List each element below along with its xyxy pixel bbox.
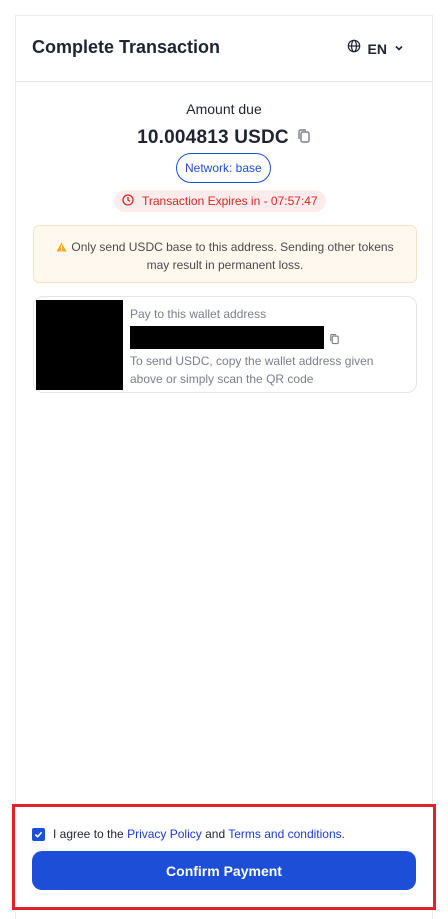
header: Complete Transaction EN: [16, 16, 432, 82]
wallet-help-text: To send USDC, copy the wallet address gi…: [130, 354, 374, 386]
wallet-panel: Pay to this wallet address To send USDC,…: [33, 296, 417, 393]
qr-code: [36, 300, 123, 390]
copy-icon[interactable]: [297, 128, 311, 149]
expiry-timer: Transaction Expires in - 07:57:47: [114, 190, 326, 212]
footer-panel: I agree to the Privacy Policy and Terms …: [12, 804, 436, 910]
wallet-label: Pay to this wallet address: [130, 307, 267, 321]
page-title: Complete Transaction: [32, 37, 221, 57]
expiry-text: Transaction Expires in - 07:57:47: [142, 194, 318, 208]
warning-text: Only send USDC base to this address. Sen…: [71, 240, 394, 272]
copy-address-icon[interactable]: [329, 332, 340, 350]
wallet-address[interactable]: [130, 326, 324, 349]
warning-box: Only send USDC base to this address. Sen…: [33, 225, 417, 283]
agreement-row: I agree to the Privacy Policy and Terms …: [32, 827, 345, 841]
amount-value: 10.004813 USDC: [137, 127, 289, 148]
chevron-down-icon: [394, 40, 404, 58]
confirm-payment-button[interactable]: Confirm Payment: [32, 851, 416, 890]
amount-row: 10.004813 USDC: [16, 127, 432, 149]
warning-icon: [56, 240, 67, 257]
globe-icon: [347, 39, 361, 58]
language-selector[interactable]: EN: [347, 39, 404, 58]
clock-icon: [122, 193, 134, 209]
transaction-card: Complete Transaction EN Amount due 10.00…: [15, 15, 433, 919]
network-badge: Network: base: [176, 153, 271, 183]
and-text: and: [205, 827, 226, 841]
amount-label: Amount due: [186, 101, 262, 117]
privacy-policy-link[interactable]: Privacy Policy: [127, 827, 202, 841]
agree-checkbox[interactable]: [32, 827, 45, 841]
agree-prefix: I agree to the: [53, 827, 124, 841]
terms-link[interactable]: Terms and conditions.: [228, 827, 345, 841]
language-label: EN: [367, 40, 387, 57]
